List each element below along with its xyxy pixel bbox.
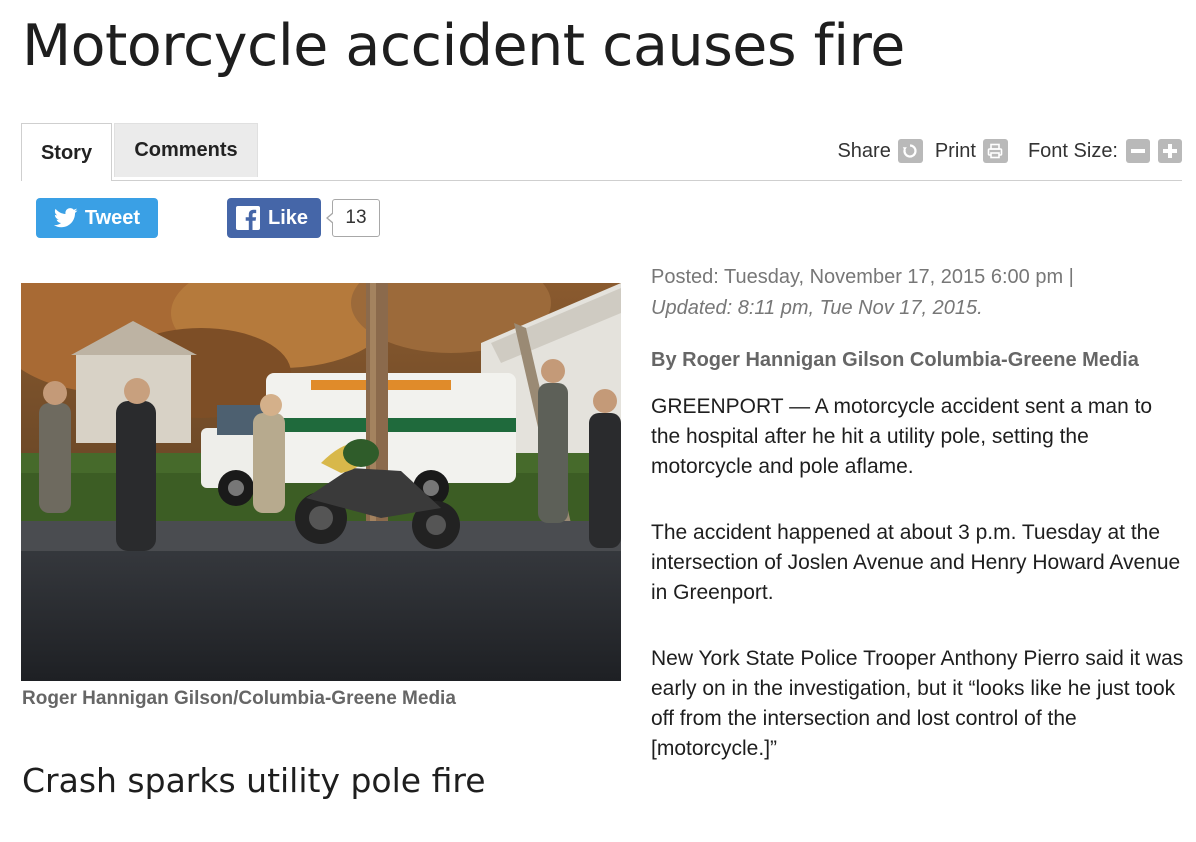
facebook-like-button[interactable]: Like bbox=[227, 198, 321, 238]
share-button[interactable]: Share bbox=[837, 139, 923, 163]
article-toolbar: Share Print Font Size: bbox=[837, 137, 1182, 165]
article-paragraph: New York State Police Trooper Anthony Pi… bbox=[651, 647, 1184, 760]
like-count-bubble: 13 bbox=[326, 199, 380, 237]
tab-comments[interactable]: Comments bbox=[114, 123, 258, 177]
photo-caption: Roger Hannigan Gilson/Columbia-Greene Me… bbox=[22, 688, 456, 709]
article-headline: Motorcycle accident causes fire bbox=[22, 13, 905, 79]
tab-story[interactable]: Story bbox=[21, 123, 112, 181]
share-icon bbox=[897, 139, 923, 163]
print-icon bbox=[982, 139, 1008, 163]
twitter-bird-icon bbox=[53, 208, 78, 228]
like-label: Like bbox=[268, 206, 309, 229]
facebook-f-icon bbox=[236, 206, 260, 230]
article-body: Posted: Tuesday, November 17, 2015 6:00 … bbox=[651, 262, 1186, 764]
print-label: Print bbox=[934, 139, 976, 162]
article-byline: By Roger Hannigan Gilson Columbia-Greene… bbox=[651, 349, 1139, 371]
article-subheadline: Crash sparks utility pole fire bbox=[22, 761, 486, 800]
font-increase-icon[interactable] bbox=[1158, 139, 1182, 163]
updated-date: Updated: 8:11 pm, Tue Nov 17, 2015. bbox=[651, 297, 983, 319]
tweet-label: Tweet bbox=[84, 206, 141, 229]
article-paragraph: The accident happened at about 3 p.m. Tu… bbox=[651, 521, 1181, 604]
article-meta: Posted: Tuesday, November 17, 2015 6:00 … bbox=[651, 262, 1186, 324]
article-tab-bar: Story Comments Share Print Font Size: bbox=[21, 123, 1182, 181]
font-decrease-icon[interactable] bbox=[1126, 139, 1150, 163]
share-label: Share bbox=[837, 139, 891, 162]
print-button[interactable]: Print bbox=[935, 139, 1008, 163]
article-photo[interactable] bbox=[21, 283, 621, 681]
font-size-control: Font Size: bbox=[1020, 139, 1182, 163]
posted-date: Posted: Tuesday, November 17, 2015 6:00 … bbox=[651, 266, 1074, 288]
tweet-button[interactable]: Tweet bbox=[36, 198, 158, 238]
font-size-label: Font Size: bbox=[1027, 139, 1118, 162]
article-paragraph: GREENPORT — A motorcycle accident sent a… bbox=[651, 395, 1153, 478]
